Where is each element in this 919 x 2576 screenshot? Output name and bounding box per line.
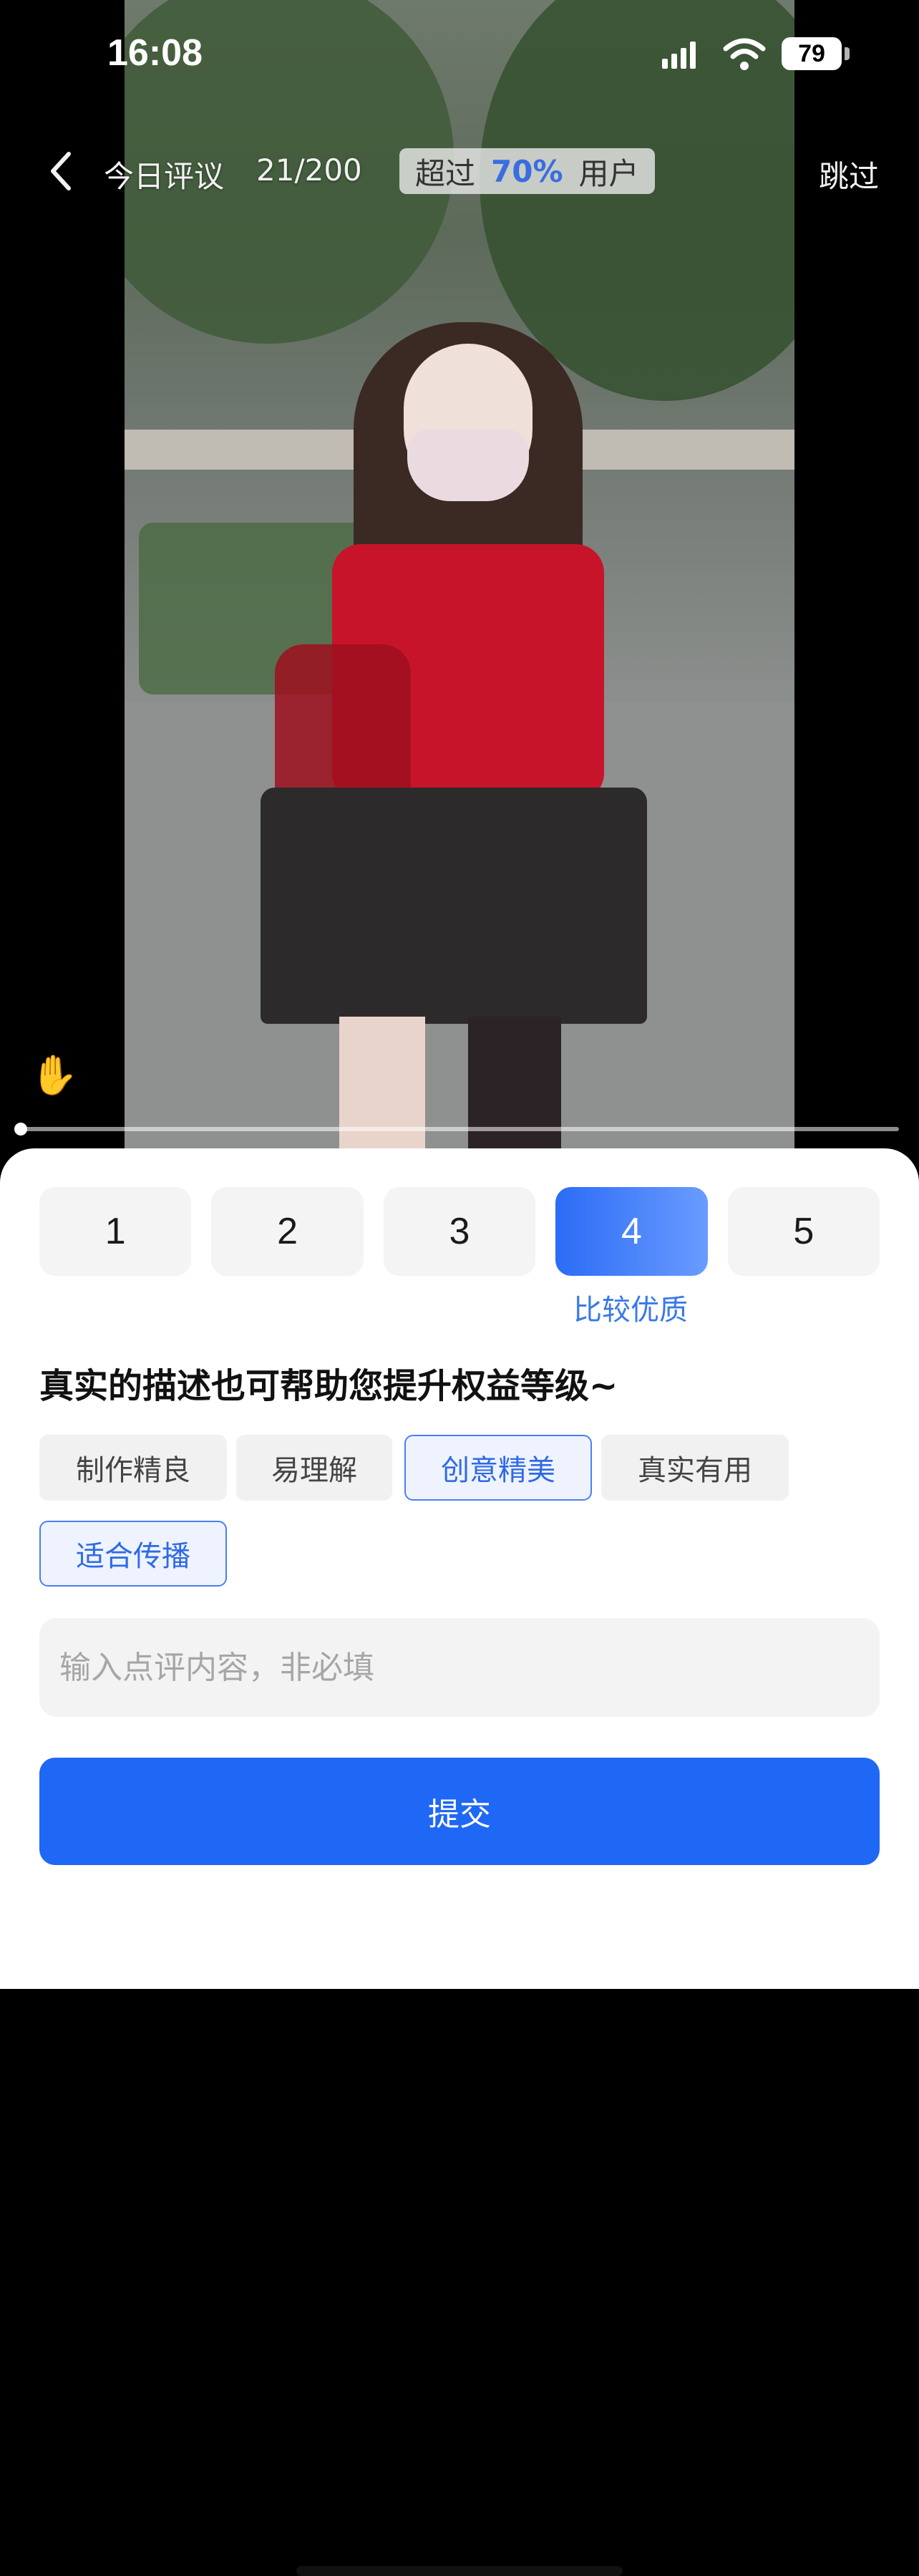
- video-progress-bar[interactable]: [20, 1127, 899, 1131]
- comment-input[interactable]: [39, 1618, 880, 1717]
- submit-button[interactable]: 提交: [39, 1758, 880, 1865]
- chevron-left-icon[interactable]: [44, 150, 80, 193]
- tag-item[interactable]: 适合传播: [39, 1521, 227, 1587]
- rating-option-2[interactable]: 2: [211, 1187, 364, 1276]
- beat-prefix: 超过: [415, 155, 476, 191]
- rating-options: 1 2 3 4 5: [39, 1187, 880, 1276]
- signal-icon: [662, 42, 696, 69]
- review-prompt: 真实的描述也可帮助您提升权益等级~: [39, 1366, 618, 1406]
- battery-icon: 79: [782, 37, 842, 70]
- review-nav-bar: 今日评议 21/200 超过 70% 用户 跳过: [0, 140, 919, 204]
- video-figure-mask: [407, 430, 529, 501]
- rating-description: 比较优质: [573, 1294, 688, 1327]
- rating-sheet: 1 2 3 4 5 比较优质 真实的描述也可帮助您提升权益等级~ 制作精良 易理…: [0, 1148, 919, 2576]
- nav-title: 今日评议: [104, 159, 225, 194]
- beat-suffix: 用户: [578, 155, 639, 191]
- tag-item[interactable]: 制作精良: [39, 1435, 227, 1501]
- video-progress-knob[interactable]: [14, 1123, 27, 1136]
- home-indicator: [296, 2566, 623, 2576]
- wifi-icon: [723, 38, 766, 70]
- tag-item[interactable]: 真实有用: [601, 1435, 789, 1501]
- rating-option-1[interactable]: 1: [39, 1187, 192, 1276]
- rating-option-3[interactable]: 3: [383, 1187, 536, 1276]
- beat-percent: 70%: [491, 153, 563, 189]
- status-time: 16:08: [107, 32, 203, 74]
- review-count: 21/200: [256, 152, 362, 188]
- status-bar: 16:08 79: [0, 0, 919, 107]
- battery-tip: [845, 47, 850, 60]
- beat-users-badge: 超过 70% 用户: [399, 148, 655, 194]
- rating-option-5[interactable]: 5: [727, 1187, 880, 1276]
- hand-icon[interactable]: ✋: [30, 1052, 78, 1098]
- tag-item[interactable]: 创意精美: [404, 1435, 592, 1501]
- skip-button[interactable]: 跳过: [819, 152, 879, 196]
- video-figure-leg-left: [339, 1017, 425, 1160]
- video-figure-skirt: [261, 788, 647, 1024]
- tag-item[interactable]: 易理解: [236, 1435, 392, 1501]
- video-figure-leg-right: [468, 1017, 561, 1160]
- rating-option-4[interactable]: 4: [555, 1187, 708, 1276]
